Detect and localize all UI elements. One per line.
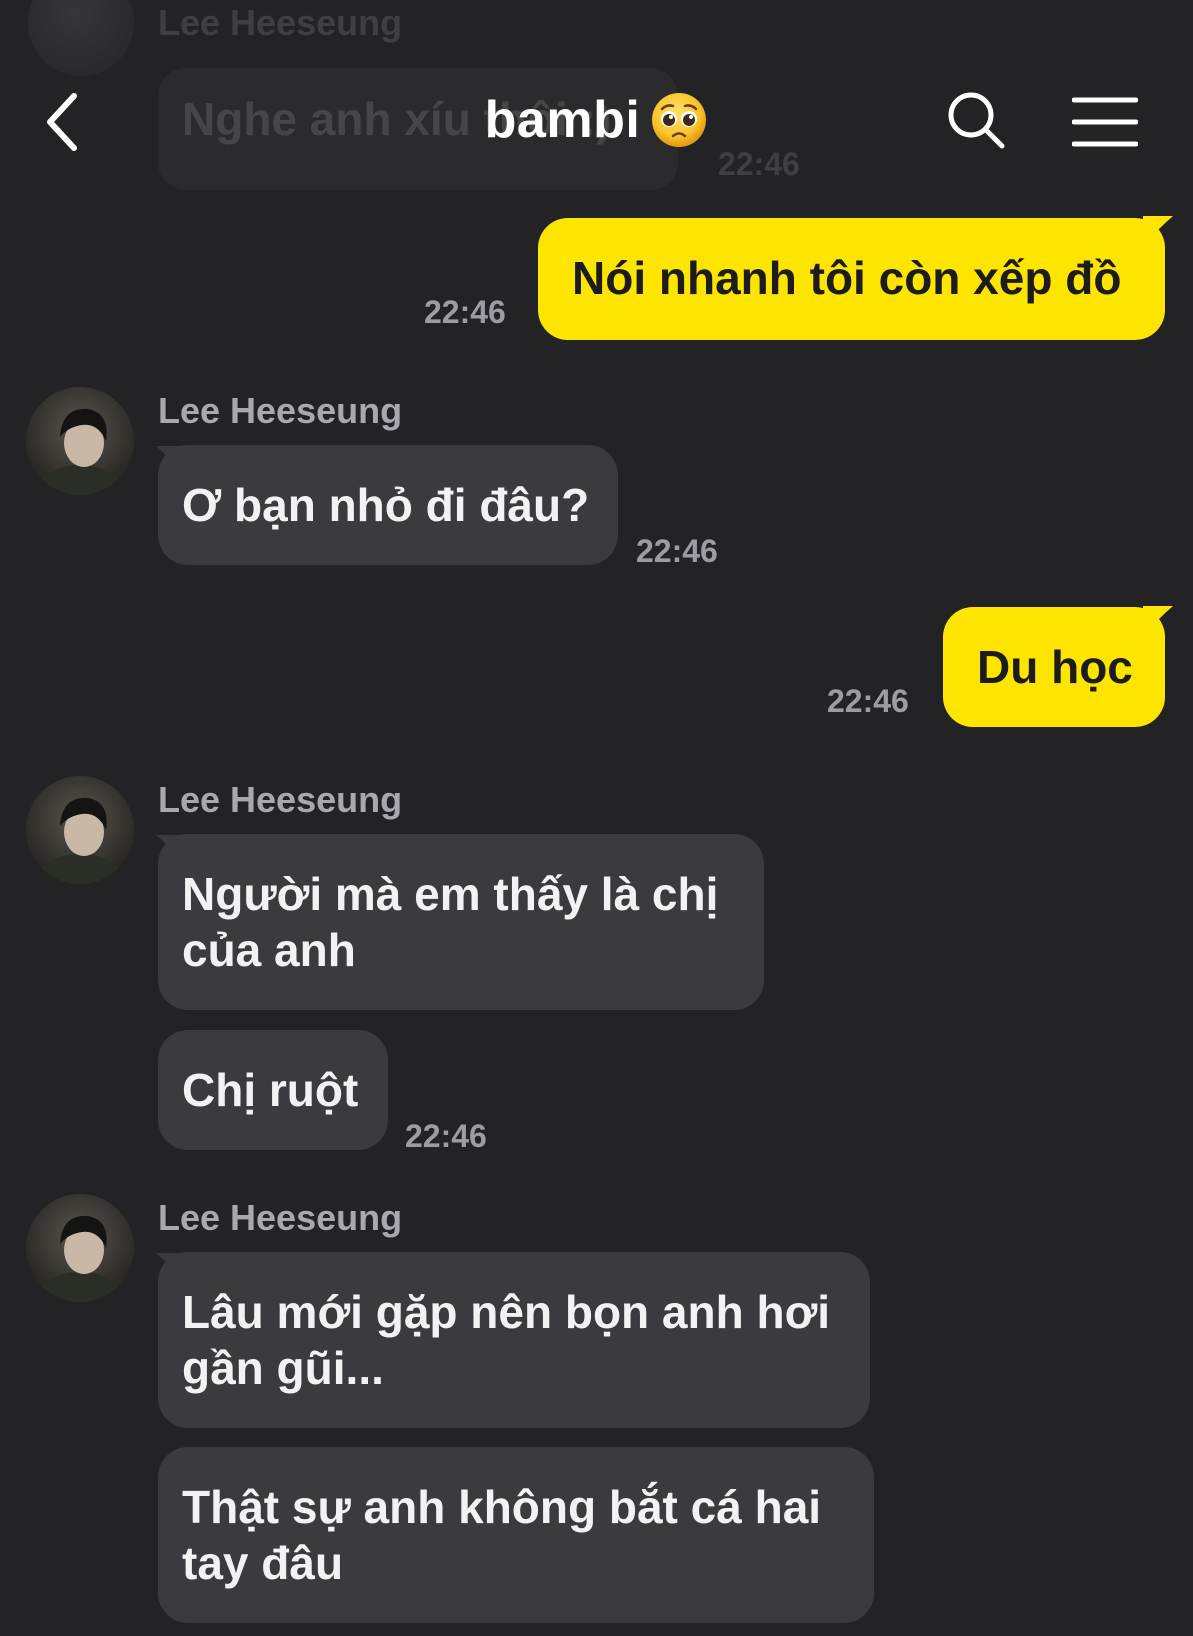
sender-name: Lee Heeseung xyxy=(158,779,403,820)
avatar[interactable] xyxy=(26,1194,134,1302)
message-timestamp: 22:46 xyxy=(405,1118,487,1154)
search-icon xyxy=(948,92,1005,149)
message-text-line: Lâu mới gặp nên bọn anh hơi xyxy=(182,1286,831,1338)
hamburger-menu-icon xyxy=(1071,97,1139,147)
message-text: Nói nhanh tôi còn xếp đồ xyxy=(572,252,1122,304)
message-timestamp: 22:46 xyxy=(424,294,506,330)
sender-name: Lee Heeseung xyxy=(158,1197,403,1238)
chat-title-wrap: bambi xyxy=(0,90,1193,150)
avatar-photo xyxy=(26,387,134,495)
chat-title[interactable]: bambi xyxy=(485,90,641,150)
message-text: Ơ bạn nhỏ đi đâu? xyxy=(182,479,590,531)
message-bubble-incoming[interactable]: Người mà em thấy là chị của anh xyxy=(158,834,764,1010)
avatar-photo xyxy=(26,1194,134,1302)
message-bubble-incoming[interactable]: Chị ruột xyxy=(158,1030,388,1150)
menu-button[interactable] xyxy=(1071,96,1139,148)
message-timestamp: 22:46 xyxy=(827,683,909,719)
message-bubble-incoming[interactable]: Thật sự anh không bắt cá hai tay đâu xyxy=(158,1447,874,1623)
sender-name: Lee Heeseung xyxy=(158,390,403,431)
pleading-face-emoji-icon xyxy=(652,93,707,147)
message-bubble-incoming[interactable]: Ơ bạn nhỏ đi đâu? xyxy=(158,445,618,565)
message-text-line: Người mà em thấy là chị xyxy=(182,868,719,920)
avatar[interactable] xyxy=(26,776,134,884)
search-button[interactable] xyxy=(944,88,1010,154)
message-text: Chị ruột xyxy=(182,1064,359,1116)
avatar-photo xyxy=(26,776,134,884)
chat-header: bambi xyxy=(0,60,1193,190)
message-text-line: tay đâu xyxy=(182,1537,344,1589)
message-text: Du học xyxy=(977,641,1133,693)
message-text-line: của anh xyxy=(182,924,356,976)
message-text-line: gần gũi... xyxy=(182,1342,384,1394)
message-bubble-outgoing[interactable]: Nói nhanh tôi còn xếp đồ xyxy=(538,218,1165,340)
avatar[interactable] xyxy=(26,387,134,495)
message-timestamp: 22:46 xyxy=(636,533,718,569)
message-bubble-outgoing[interactable]: Du học xyxy=(943,607,1165,727)
message-bubble-incoming[interactable]: Lâu mới gặp nên bọn anh hơi gần gũi... xyxy=(158,1252,870,1428)
message-text-line: Thật sự anh không bắt cá hai xyxy=(182,1481,822,1533)
ghost-sender-name: Lee Heeseung xyxy=(158,2,403,43)
